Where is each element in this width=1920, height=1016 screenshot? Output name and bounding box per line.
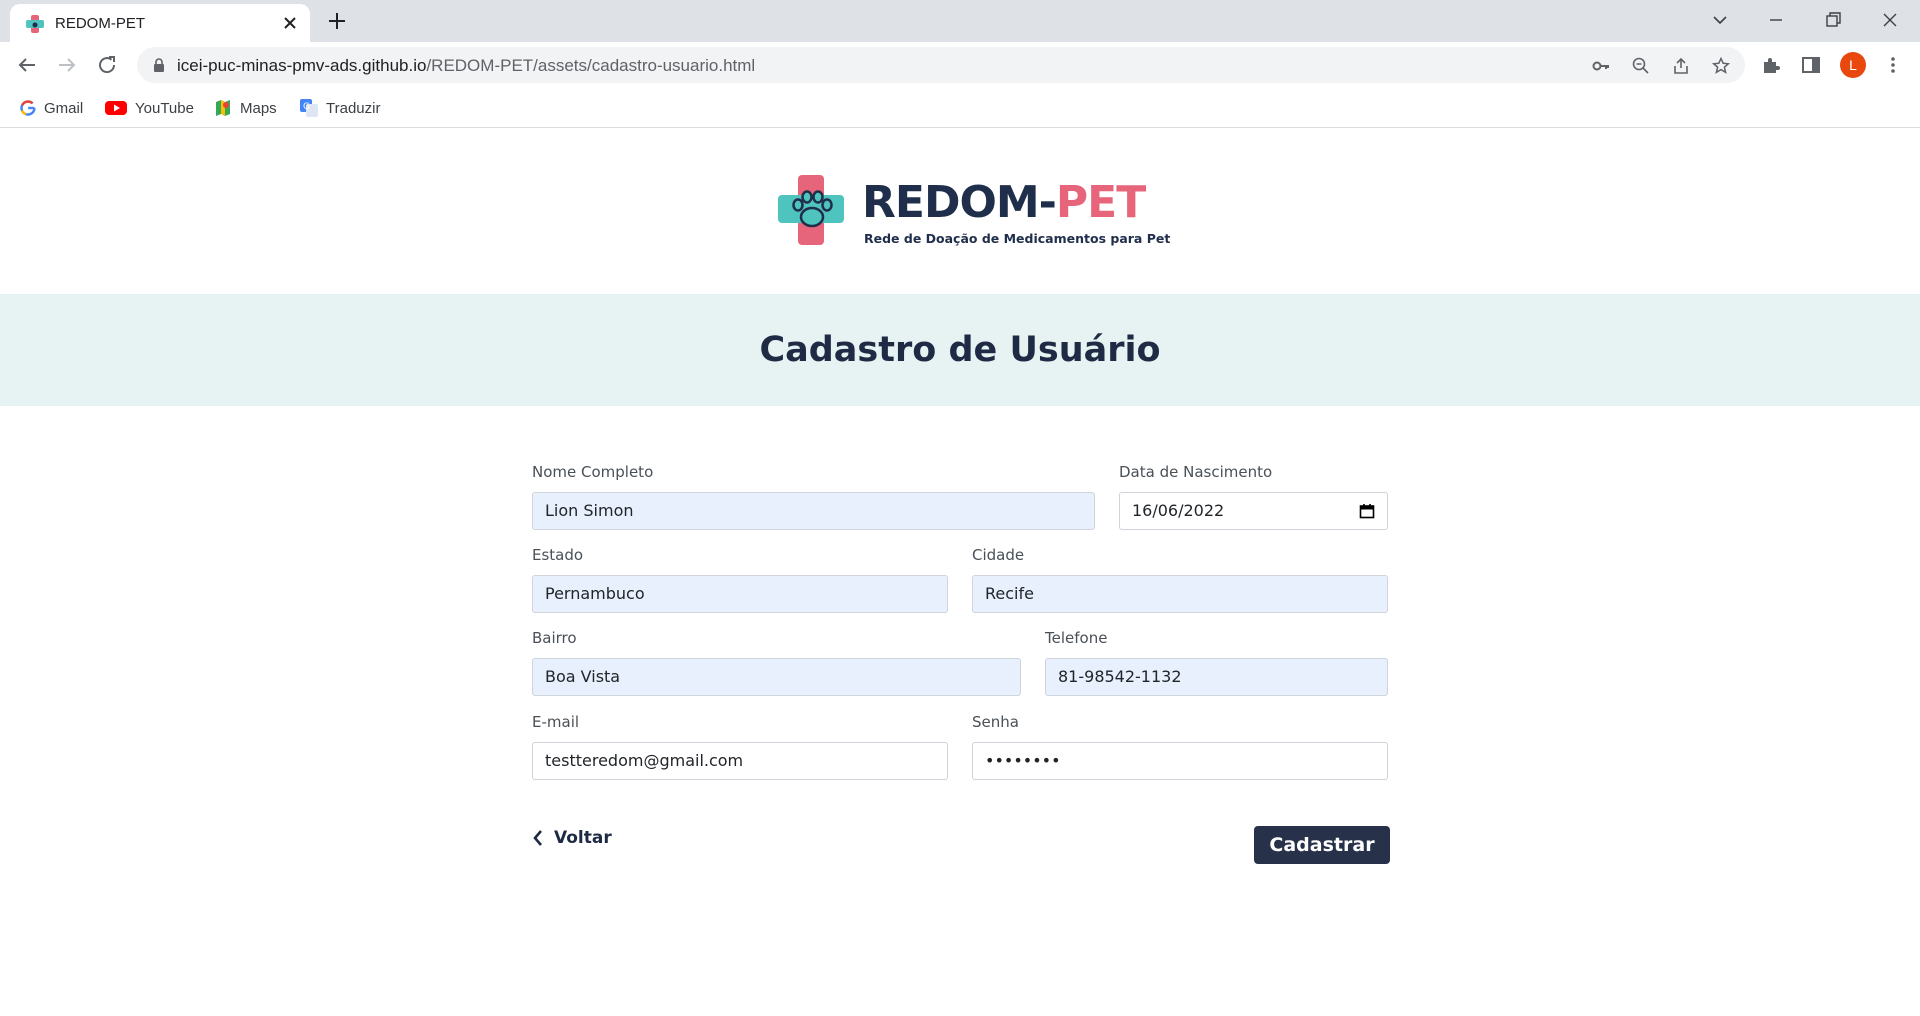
cidade-input[interactable]: Recife — [972, 575, 1388, 613]
bookmark-label: YouTube — [135, 99, 194, 117]
close-window-icon[interactable] — [1880, 10, 1900, 30]
forward-arrow-icon[interactable] — [55, 53, 79, 77]
browser-tab-active[interactable]: REDOM-PET — [10, 4, 310, 42]
nascimento-value: 16/06/2022 — [1132, 501, 1225, 520]
profile-avatar[interactable]: L — [1840, 52, 1866, 78]
nascimento-date-input[interactable]: 16/06/2022 — [1119, 492, 1388, 530]
minimize-icon[interactable] — [1766, 10, 1786, 30]
reload-icon[interactable] — [95, 53, 119, 77]
lock-icon[interactable] — [151, 57, 167, 73]
redom-pet-favicon-icon — [26, 15, 44, 33]
senha-label: Senha — [972, 713, 1019, 731]
page-title-banner: Cadastro de Usuário — [0, 294, 1920, 406]
youtube-icon — [105, 101, 127, 115]
logo-wordmark-part2: PET — [1055, 177, 1146, 228]
bairro-label: Bairro — [532, 629, 577, 647]
side-panel-icon[interactable] — [1800, 54, 1822, 76]
logo-wordmark-part1: REDOM- — [862, 177, 1057, 228]
bookmark-traduzir[interactable]: G Traduzir — [300, 96, 380, 120]
cadastrar-button[interactable]: Cadastrar — [1254, 826, 1390, 864]
bookmarks-bar: Gmail YouTube Maps G Traduzir — [0, 88, 1920, 128]
bairro-input[interactable]: Boa Vista — [532, 658, 1021, 696]
redom-pet-logo[interactable]: REDOM-PET Rede de Doação de Medicamentos… — [778, 175, 1170, 247]
estado-label: Estado — [532, 546, 584, 564]
restore-icon[interactable] — [1823, 10, 1843, 30]
url-path: /REDOM-PET/assets/cadastro-usuario.html — [426, 56, 756, 75]
zoom-out-icon[interactable] — [1631, 56, 1651, 76]
bookmark-gmail[interactable]: Gmail — [20, 96, 83, 120]
chevron-left-icon — [533, 830, 542, 846]
page-content: REDOM-PET Rede de Doação de Medicamentos… — [0, 129, 1920, 1016]
voltar-label: Voltar — [554, 828, 612, 848]
bookmark-label: Gmail — [44, 99, 84, 117]
email-label: E-mail — [532, 713, 580, 731]
bookmark-maps[interactable]: Maps — [214, 96, 277, 120]
email-input[interactable]: testteredom@gmail.com — [532, 742, 948, 780]
logo-tagline: Rede de Doação de Medicamentos para Pet — [864, 231, 1171, 246]
nome-input[interactable]: Lion Simon — [532, 492, 1095, 530]
nascimento-label: Data de Nascimento — [1119, 463, 1273, 481]
google-icon — [20, 100, 36, 116]
svg-text:G: G — [303, 102, 310, 112]
telefone-input[interactable]: 81-98542-1132 — [1045, 658, 1388, 696]
voltar-link[interactable]: Voltar — [532, 826, 612, 850]
tab-title: REDOM-PET — [55, 15, 145, 32]
maps-icon — [216, 100, 230, 116]
new-tab-plus-icon[interactable] — [326, 10, 348, 32]
kebab-menu-icon[interactable] — [1882, 54, 1904, 76]
bookmark-youtube[interactable]: YouTube — [105, 96, 194, 120]
bookmark-label: Traduzir — [326, 99, 381, 117]
logo-wordmark: REDOM-PET — [862, 177, 1146, 228]
share-icon[interactable] — [1671, 56, 1691, 76]
browser-toolbar: icei-puc-minas-pmv-ads.github.io/REDOM-P… — [0, 42, 1920, 88]
page-title: Cadastro de Usuário — [759, 330, 1161, 370]
translate-icon: G — [300, 99, 318, 117]
url-host: icei-puc-minas-pmv-ads.github.io — [177, 56, 427, 75]
bookmark-label: Maps — [240, 99, 277, 117]
estado-input[interactable]: Pernambuco — [532, 575, 948, 613]
close-tab-icon[interactable] — [280, 13, 300, 33]
telefone-label: Telefone — [1045, 629, 1108, 647]
cidade-label: Cidade — [972, 546, 1025, 564]
tab-search-chevron-icon[interactable] — [1710, 10, 1730, 30]
address-bar[interactable]: icei-puc-minas-pmv-ads.github.io/REDOM-P… — [137, 47, 1745, 83]
key-icon[interactable] — [1591, 56, 1611, 76]
nome-label: Nome Completo — [532, 463, 654, 481]
calendar-icon[interactable] — [1359, 503, 1375, 519]
browser-tab-strip: REDOM-PET — [0, 0, 1920, 42]
senha-password-input[interactable]: •••••••• — [972, 742, 1388, 780]
extensions-puzzle-icon[interactable] — [1760, 54, 1782, 76]
paw-cross-logo-icon — [778, 175, 844, 245]
bookmark-star-icon[interactable] — [1711, 56, 1731, 76]
back-arrow-icon[interactable] — [15, 53, 39, 77]
url-text[interactable]: icei-puc-minas-pmv-ads.github.io/REDOM-P… — [177, 56, 755, 76]
